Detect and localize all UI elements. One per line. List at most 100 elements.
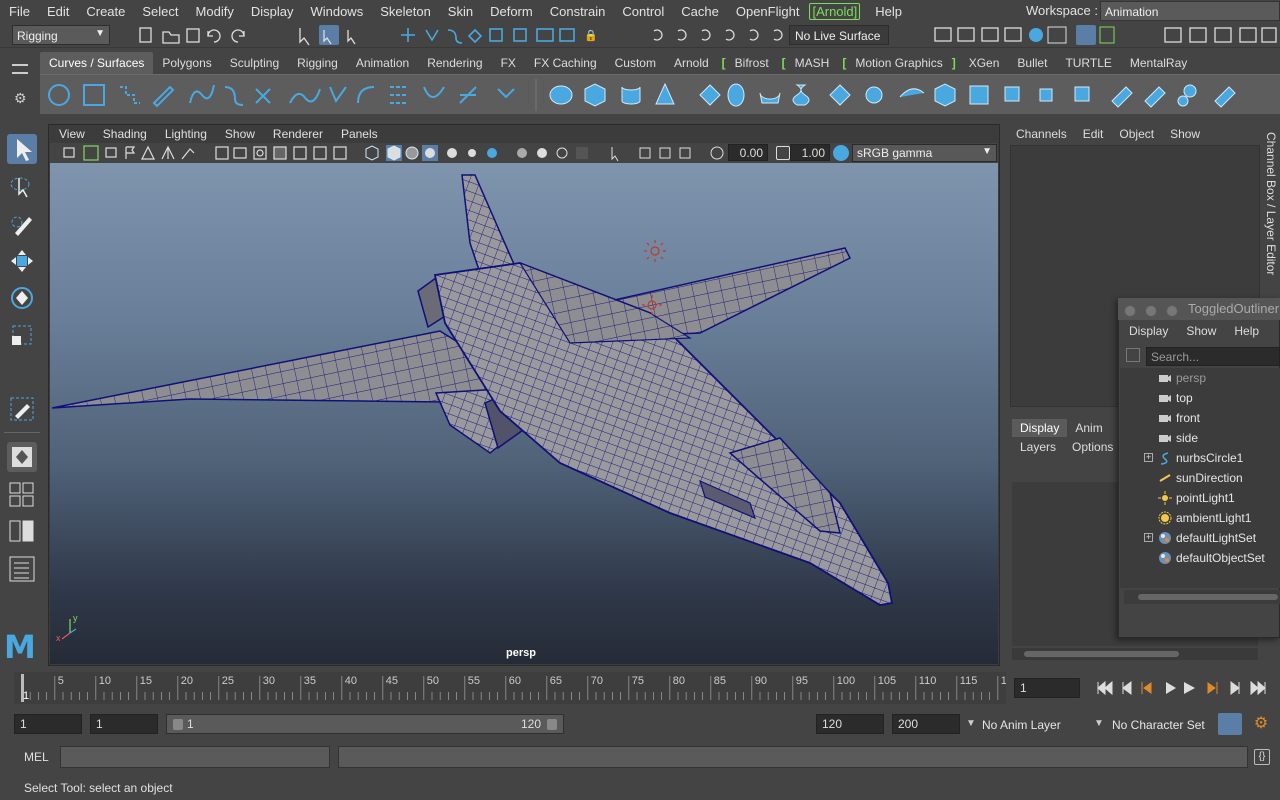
- playback-controls[interactable]: [1086, 678, 1276, 698]
- current-frame-field[interactable]: 1: [1014, 678, 1080, 698]
- menu-constrain[interactable]: Constrain: [541, 4, 614, 19]
- menu-cache[interactable]: Cache: [672, 4, 727, 19]
- menu-openflight[interactable]: OpenFlight: [727, 4, 808, 19]
- script-editor-icon[interactable]: {}: [1254, 749, 1270, 765]
- layer-menu-layers[interactable]: Layers: [1012, 440, 1064, 454]
- outliner-item-top[interactable]: top: [1120, 388, 1280, 408]
- shelf-tab-custom[interactable]: Custom: [606, 52, 665, 74]
- viewport-menu-view[interactable]: View: [50, 126, 94, 144]
- shelf-tab-motiongraphics[interactable]: Motion Graphics: [846, 52, 951, 74]
- menu-edit[interactable]: Edit: [38, 4, 77, 19]
- workspace-select[interactable]: Animation: [1100, 1, 1280, 21]
- character-set-label[interactable]: No Character Set: [1112, 718, 1205, 732]
- scene-end-field[interactable]: 200: [892, 714, 960, 734]
- menu-select[interactable]: Select: [133, 4, 186, 19]
- shelf-tab-xgen[interactable]: XGen: [960, 52, 1009, 74]
- menu-arnold[interactable]: [Arnold]: [809, 2, 861, 20]
- range-slider[interactable]: 1 120: [166, 714, 564, 734]
- outliner-menu-display[interactable]: Display: [1120, 322, 1177, 340]
- shelf-tab-fx[interactable]: FX: [492, 52, 525, 74]
- script-language-label[interactable]: MEL: [24, 750, 49, 764]
- move-tool[interactable]: [7, 246, 37, 276]
- shelf-tab-turtle[interactable]: TURTLE: [1056, 52, 1120, 74]
- viewport-menu-lighting[interactable]: Lighting: [156, 126, 216, 144]
- outliner-item-defaultlightset[interactable]: + defaultLightSet: [1120, 528, 1280, 548]
- shelf-tab-bifrost[interactable]: Bifrost: [726, 52, 778, 74]
- shelf-tab-sculpting[interactable]: Sculpting: [221, 52, 288, 74]
- preferences-runner-icon[interactable]: ⚙: [1250, 713, 1272, 735]
- shelf-tab-animation[interactable]: Animation: [347, 52, 418, 74]
- menu-file[interactable]: File: [0, 4, 38, 19]
- range-end-handle[interactable]: [547, 719, 557, 730]
- outliner-menu-help[interactable]: Help: [1225, 322, 1268, 340]
- outliner-menu-show[interactable]: Show: [1177, 322, 1225, 340]
- menu-set-select[interactable]: Rigging ▼: [12, 25, 110, 45]
- menu-modify[interactable]: Modify: [187, 4, 242, 19]
- close-window-icon[interactable]: [1124, 305, 1136, 317]
- outliner-item-ambientlight1[interactable]: ambientLight1: [1120, 508, 1280, 528]
- viewport-menu-shading[interactable]: Shading: [94, 126, 156, 144]
- outliner-scrollbar[interactable]: [1124, 590, 1280, 604]
- outliner-item-pointlight1[interactable]: pointLight1: [1120, 488, 1280, 508]
- shelf-menu-icon[interactable]: [12, 64, 28, 74]
- select-tool[interactable]: [7, 134, 37, 164]
- expand-icon[interactable]: +: [1144, 453, 1153, 462]
- outliner-item-sundirection[interactable]: sunDirection: [1120, 468, 1280, 488]
- menu-create[interactable]: Create: [77, 4, 133, 19]
- layer-editor-scrollbar[interactable]: [1012, 648, 1258, 660]
- expand-icon[interactable]: +: [1144, 533, 1153, 542]
- four-pane-layout-icon[interactable]: [7, 480, 37, 510]
- menu-control[interactable]: Control: [613, 4, 672, 19]
- color-space-select[interactable]: sRGB gamma ▼: [852, 144, 997, 162]
- menu-skin[interactable]: Skin: [439, 4, 481, 19]
- scrollbar-thumb[interactable]: [1024, 651, 1179, 657]
- menu-display[interactable]: Display: [242, 4, 302, 19]
- channel-box-vertical-tab[interactable]: Channel Box / Layer Editor: [1262, 124, 1280, 290]
- scrollbar-thumb[interactable]: [1138, 594, 1278, 600]
- menu-deform[interactable]: Deform: [481, 4, 541, 19]
- menu-help[interactable]: Help: [866, 4, 910, 19]
- command-input[interactable]: [60, 746, 330, 768]
- status-line-tools[interactable]: 🔒: [130, 22, 790, 48]
- chevron-down-icon[interactable]: ▼: [1094, 718, 1104, 729]
- range-start-handle[interactable]: [173, 719, 183, 730]
- playback-start-field[interactable]: 1: [90, 714, 158, 734]
- outliner-item-side[interactable]: side: [1120, 428, 1280, 448]
- shelf-tab-polygons[interactable]: Polygons: [153, 52, 220, 74]
- layer-tab-display[interactable]: Display: [1012, 419, 1068, 437]
- layer-tab-anim[interactable]: Anim: [1067, 419, 1110, 437]
- layer-menu-options[interactable]: Options: [1064, 440, 1121, 454]
- outliner-layout-icon[interactable]: [7, 554, 37, 584]
- menu-skeleton[interactable]: Skeleton: [371, 4, 439, 19]
- viewport-menu-panels[interactable]: Panels: [332, 126, 387, 144]
- shelf-tab-rendering[interactable]: Rendering: [418, 52, 491, 74]
- playback-end-field[interactable]: 120: [816, 714, 884, 734]
- scale-tool[interactable]: [7, 320, 37, 350]
- viewport-menu-renderer[interactable]: Renderer: [264, 126, 332, 144]
- auto-key-icon[interactable]: [1218, 713, 1242, 735]
- channel-menu-show[interactable]: Show: [1162, 124, 1208, 144]
- two-pane-layout-icon[interactable]: [7, 516, 37, 546]
- filter-icon[interactable]: [1126, 348, 1140, 362]
- chevron-down-icon[interactable]: ▼: [966, 718, 976, 729]
- exposure-field[interactable]: 0.00: [728, 144, 768, 161]
- shelf-tab-arnold[interactable]: Arnold: [665, 52, 718, 74]
- paint-select-tool[interactable]: [7, 209, 37, 239]
- time-slider[interactable]: 5 10 15 20 25 30 35 40 45 50 55 60 65 70 75 80 85 90 95 100…: [14, 672, 1013, 704]
- zoom-window-icon[interactable]: [1166, 305, 1178, 317]
- live-surface-field[interactable]: No Live Surface: [789, 25, 889, 45]
- minimize-window-icon[interactable]: [1145, 305, 1157, 317]
- channel-menu-object[interactable]: Object: [1111, 124, 1162, 144]
- lasso-tool[interactable]: [7, 172, 37, 202]
- scene-start-field[interactable]: 1: [14, 714, 82, 734]
- render-toolbar[interactable]: [900, 22, 1280, 48]
- viewport-menu-show[interactable]: Show: [216, 126, 264, 144]
- menu-windows[interactable]: Windows: [301, 4, 371, 19]
- single-pane-layout-icon[interactable]: [7, 442, 37, 472]
- rotate-tool[interactable]: [7, 283, 37, 313]
- channel-menu-edit[interactable]: Edit: [1075, 124, 1112, 144]
- outliner-item-nurbscircle1[interactable]: + nurbsCircle1: [1120, 448, 1280, 468]
- shelf-tab-mash[interactable]: MASH: [786, 52, 839, 74]
- shelf-tab-fxcaching[interactable]: FX Caching: [525, 52, 606, 74]
- outliner-item-front[interactable]: front: [1120, 408, 1280, 428]
